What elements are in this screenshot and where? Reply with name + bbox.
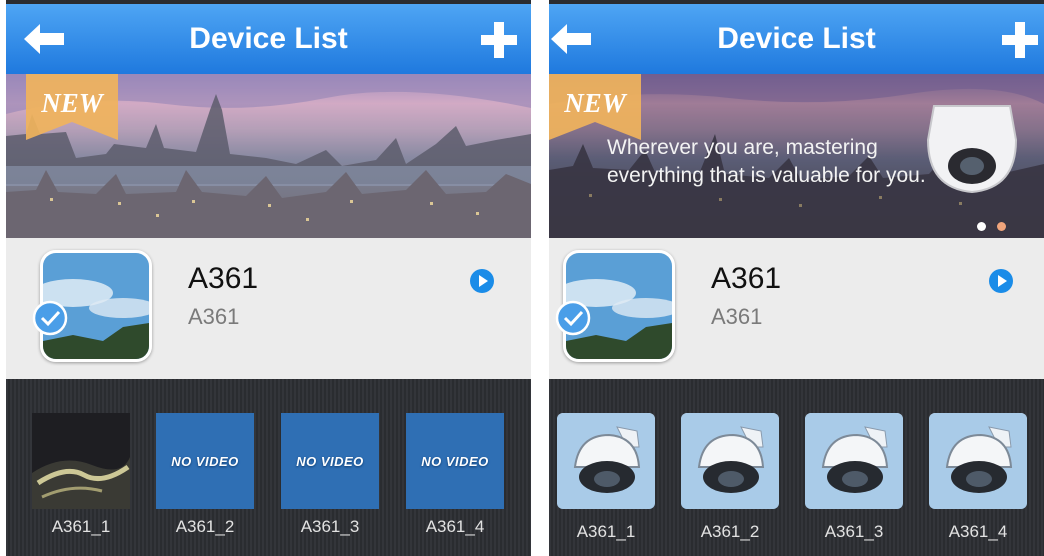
channel-tile[interactable]: NO VIDEO A361_4 [406, 413, 504, 537]
channel-label: A361_1 [51, 517, 111, 536]
page-title: Device List [189, 22, 348, 55]
screens: Device List NEW A361 A361 A361_1 NO VIDE… [0, 0, 1044, 556]
night-city-image [32, 413, 130, 509]
channel-label: A361_3 [824, 522, 884, 541]
device-subtitle: A361 [188, 304, 240, 329]
security-camera-icon [681, 413, 779, 509]
nav-bar: Device List [6, 4, 531, 74]
page-dot-active[interactable] [977, 222, 986, 231]
device-name: A361 [188, 262, 259, 295]
plus-icon[interactable] [1000, 20, 1040, 60]
check-icon [555, 300, 591, 336]
channel-label: A361_2 [175, 517, 235, 536]
promo-banner[interactable]: NEW [6, 74, 531, 238]
promo-banner[interactable]: NEW Wherever you are, mastering everythi… [549, 74, 1044, 238]
channel-label: A361_1 [576, 522, 636, 541]
play-icon[interactable] [988, 268, 1014, 294]
channel-label: A361_3 [300, 517, 360, 536]
channel-tile[interactable]: A361_3 [805, 413, 903, 542]
channel-tile[interactable]: A361_1 [557, 413, 655, 542]
security-camera-icon [929, 413, 1027, 509]
new-badge-label: NEW [563, 88, 628, 118]
no-video-thumbnail: NO VIDEO [156, 413, 254, 509]
device-subtitle: A361 [711, 304, 763, 329]
new-badge: NEW [549, 74, 641, 140]
channel-tile[interactable]: NO VIDEO A361_2 [156, 413, 254, 537]
play-icon[interactable] [469, 268, 495, 294]
channel-tile[interactable]: A361_2 [681, 413, 779, 542]
page-dot[interactable] [997, 222, 1006, 231]
device-item[interactable]: A361 A361 [6, 238, 531, 379]
device-name: A361 [711, 262, 782, 295]
channel-tile[interactable]: A361_1 [32, 413, 130, 537]
channel-tile[interactable]: A361_4 [929, 413, 1027, 542]
security-camera-icon [805, 413, 903, 509]
channel-strip: A361_1 NO VIDEO A361_2 NO VIDEO A361_3 N… [6, 379, 531, 556]
device-list-screen-right: Device List NEW Wherever you are, master… [549, 0, 1044, 556]
plus-icon[interactable] [479, 20, 519, 60]
channel-thumbnail [32, 413, 130, 509]
banner-caption: Wherever you are, mastering everything t… [607, 136, 926, 187]
check-icon [32, 300, 68, 336]
dome-camera-icon [926, 105, 1018, 194]
security-camera-icon [557, 413, 655, 509]
new-badge-label: NEW [40, 88, 105, 118]
device-item[interactable]: A361 A361 [549, 238, 1044, 379]
channel-strip: A361_1 A361_2 A361_3 A361_4 [549, 379, 1044, 556]
no-video-thumbnail: NO VIDEO [281, 413, 379, 509]
channel-label: A361_2 [700, 522, 760, 541]
page-indicator[interactable] [966, 218, 1006, 236]
nav-bar: Device List [549, 4, 1044, 74]
page-title: Device List [717, 22, 876, 55]
channel-tile[interactable]: NO VIDEO A361_3 [281, 413, 379, 537]
device-list-screen-left: Device List NEW A361 A361 A361_1 NO VIDE… [6, 0, 531, 556]
new-badge: NEW [26, 74, 118, 140]
channel-label: A361_4 [948, 522, 1008, 541]
no-video-thumbnail: NO VIDEO [406, 413, 504, 509]
channel-label: A361_4 [425, 517, 485, 536]
